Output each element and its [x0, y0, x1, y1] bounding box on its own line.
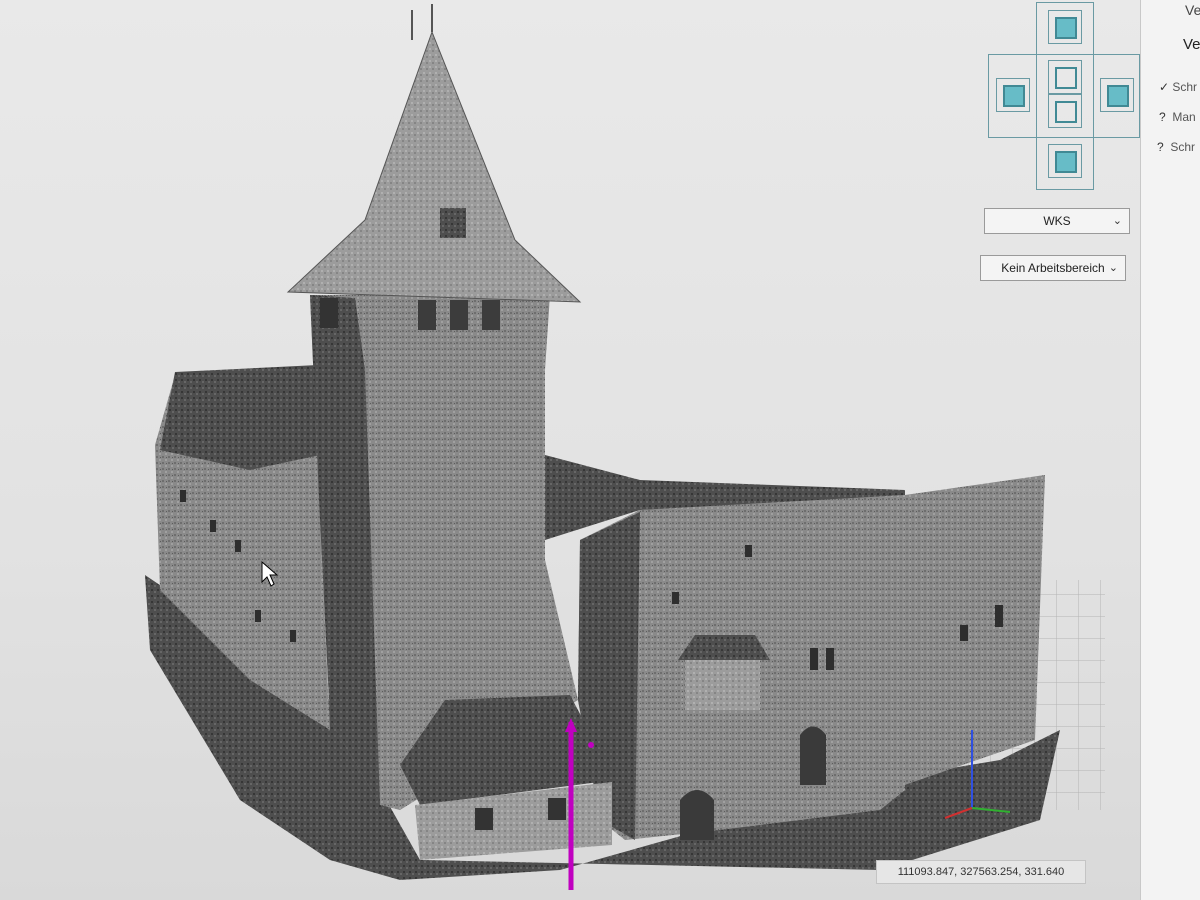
pick-point [588, 742, 594, 748]
cube-icon [1055, 101, 1077, 123]
left-wing-roof [160, 365, 320, 470]
panel-title: Ve [1185, 2, 1200, 18]
window [418, 300, 436, 330]
view-top-button[interactable] [1048, 10, 1082, 44]
cube-icon [1055, 151, 1077, 173]
window [960, 625, 968, 641]
window [548, 798, 566, 820]
window [450, 300, 468, 330]
gate-arch [680, 790, 714, 840]
panel-option[interactable]: ✓ Schr [1159, 80, 1197, 94]
check-icon: ✓ [1159, 80, 1170, 94]
coordinate-system-value: WKS [1043, 214, 1071, 228]
cube-icon [1003, 85, 1025, 107]
oriel [685, 660, 760, 710]
window [210, 520, 216, 532]
window [235, 540, 241, 552]
cube-icon [1055, 67, 1077, 89]
panel-option[interactable]: ? Man [1159, 110, 1196, 124]
cube-icon [1107, 85, 1129, 107]
window [320, 298, 338, 328]
view-cube[interactable] [988, 2, 1140, 190]
coordinate-system-dropdown[interactable]: WKS ⌄ [984, 208, 1130, 234]
tower-roof [286, 30, 582, 303]
view-bottom-button[interactable] [1048, 144, 1082, 178]
view-back-button[interactable] [1048, 94, 1082, 128]
chevron-down-icon: ⌄ [1108, 262, 1118, 274]
window [810, 648, 818, 670]
panel-option-label: Schr [1170, 140, 1196, 154]
view-front-button[interactable] [1048, 60, 1082, 94]
cube-icon [1055, 17, 1077, 39]
window [826, 648, 834, 670]
panel-subtitle: Ve [1183, 36, 1200, 53]
view-left-button[interactable] [996, 78, 1030, 112]
window [745, 545, 752, 557]
coordinates-value: 111093.847, 327563.254, 331.640 [897, 866, 1065, 878]
workspace-dropdown[interactable]: Kein Arbeitsbereich ⌄ [980, 255, 1126, 281]
window [255, 610, 261, 622]
window [482, 300, 500, 330]
window [672, 592, 679, 604]
workspace-value: Kein Arbeitsbereich [1001, 261, 1105, 275]
panel-option[interactable]: ? Schr [1157, 140, 1195, 154]
arched-window [800, 726, 826, 785]
window [290, 630, 296, 642]
coordinates-readout: 111093.847, 327563.254, 331.640 [876, 860, 1086, 884]
point-cloud-scene[interactable] [0, 0, 1140, 900]
3d-viewport[interactable]: WKS ⌄ Kein Arbeitsbereich ⌄ 111093.847, … [0, 0, 1140, 900]
window [475, 808, 493, 830]
panel-option-label: Man [1172, 110, 1196, 124]
properties-panel: Ve Ve ✓ Schr ? Man ? Schr [1140, 0, 1200, 900]
chevron-down-icon: ⌄ [1112, 215, 1122, 227]
question-icon: ? [1157, 140, 1164, 154]
dormer-window [440, 208, 466, 238]
view-right-button[interactable] [1100, 78, 1134, 112]
panel-option-label: Schr [1172, 80, 1198, 94]
question-icon: ? [1159, 110, 1166, 124]
window [180, 490, 186, 502]
window [995, 605, 1003, 627]
